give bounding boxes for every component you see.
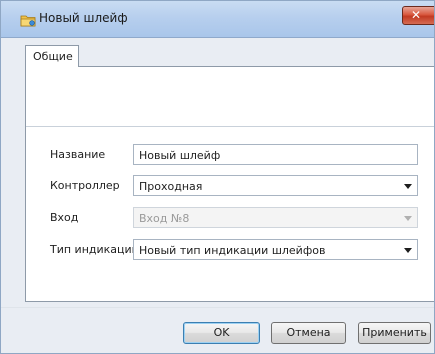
indication-select[interactable]: Новый тип индикации шлейфов — [133, 239, 418, 260]
name-label: Название — [50, 148, 106, 161]
indication-value: Новый тип индикации шлейфов — [139, 244, 326, 257]
cancel-button[interactable]: Отмена — [271, 322, 346, 344]
input-select: Вход №8 — [133, 207, 418, 228]
name-input[interactable]: Новый шлейф — [133, 144, 418, 165]
controller-select[interactable]: Проходная — [133, 175, 418, 196]
dialog-window: Новый шлейф ✕ Общие Название Новый шлейф… — [0, 0, 435, 354]
controller-label: Контроллер — [50, 179, 120, 192]
folder-icon — [20, 15, 36, 27]
input-label: Вход — [50, 211, 79, 224]
indication-label: Тип индикации — [50, 243, 139, 256]
tab-general-label: Общие — [33, 50, 73, 63]
name-value: Новый шлейф — [139, 149, 221, 162]
ok-button[interactable]: OK — [183, 322, 260, 344]
footer-divider — [1, 307, 434, 308]
chevron-down-icon — [404, 216, 412, 221]
apply-button[interactable]: Применить — [358, 322, 431, 344]
input-value: Вход №8 — [139, 212, 190, 225]
title-bar[interactable]: Новый шлейф ✕ — [1, 1, 434, 38]
controller-value: Проходная — [139, 180, 203, 193]
close-icon: ✕ — [411, 8, 422, 22]
panel-separator — [26, 126, 434, 127]
close-button[interactable]: ✕ — [402, 6, 434, 25]
tab-general[interactable]: Общие — [25, 45, 79, 67]
chevron-down-icon — [404, 248, 412, 253]
window-title: Новый шлейф — [39, 11, 128, 25]
chevron-down-icon — [404, 184, 412, 189]
